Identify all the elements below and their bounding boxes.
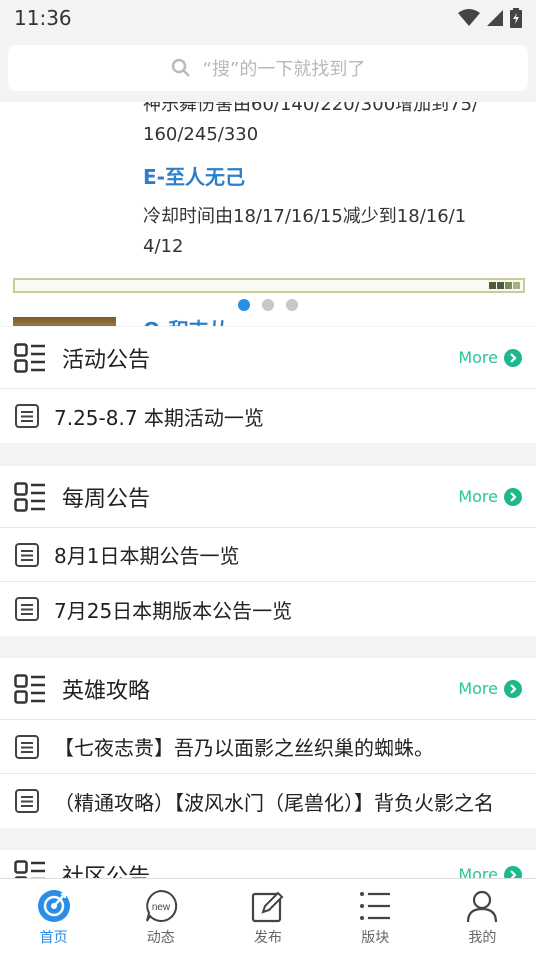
tab-home[interactable]: 首页 [0, 879, 107, 953]
search-placeholder: “搜”的一下就找到了 [202, 59, 366, 80]
search-bar: “搜”的一下就找到了 [0, 36, 536, 102]
tab-boards[interactable]: 版块 [322, 879, 429, 953]
list-icon [14, 673, 45, 704]
list-icon [14, 342, 45, 373]
banner-divider-image [13, 278, 525, 293]
search-icon [171, 58, 190, 77]
list-item-title: 【七夜志贵】吾乃以面影之丝织巢的蜘蛛。 [54, 736, 434, 760]
section-title: 每周公告 [62, 486, 151, 512]
chevron-right-icon [504, 487, 522, 506]
status-time: 11:36 [14, 6, 72, 30]
svg-text:new: new [152, 902, 171, 913]
home-icon [37, 890, 70, 922]
news-icon: new [145, 889, 177, 922]
list-item-title: 8月1日本期公告一览 [54, 544, 240, 568]
section-header: 社区公告 More [0, 850, 536, 878]
document-icon [15, 789, 39, 813]
battery-icon [510, 8, 522, 28]
section-title: 社区公告 [62, 864, 151, 879]
list-item[interactable]: （精通攻略）【波风水门（尾兽化）】背负火影之名 [0, 774, 536, 828]
section-header: 每周公告 More [0, 466, 536, 528]
banner-heading: E-至人无己 [143, 165, 245, 189]
list-item-title: 7月25日本期版本公告一览 [54, 598, 293, 623]
bottom-tab-bar: 首页 new 动态 发布 版块 我的 [0, 878, 536, 953]
status-icons [458, 8, 522, 28]
document-icon [15, 734, 39, 759]
more-link[interactable]: More [458, 348, 522, 367]
list-item[interactable]: 7.25-8.7 本期活动一览 [0, 389, 536, 443]
section-title: 活动公告 [62, 347, 151, 373]
banner-content: 神乐舞伤害由60/140/220/300增加到75/ 160/245/330 E… [143, 102, 513, 262]
list-item[interactable]: 7月25日本期版本公告一览 [0, 582, 536, 636]
list-item[interactable]: 8月1日本期公告一览 [0, 528, 536, 582]
section-activity: 活动公告 More 7.25-8.7 本期活动一览 [0, 327, 536, 443]
banner-next-heading: Q-积支从 [143, 314, 229, 326]
list-icon [360, 892, 391, 920]
carousel-dot[interactable] [262, 299, 274, 311]
document-icon [15, 597, 39, 621]
tab-label: 发布 [254, 930, 282, 946]
more-label: More [458, 865, 498, 878]
status-bar: 11:36 [0, 0, 536, 36]
list-item-title: 7.25-8.7 本期活动一览 [54, 405, 264, 430]
search-input[interactable]: “搜”的一下就找到了 [8, 45, 528, 91]
edit-icon [251, 891, 284, 923]
list-icon [14, 859, 45, 878]
chevron-right-icon [504, 348, 522, 367]
tab-profile[interactable]: 我的 [429, 879, 536, 953]
section-community: 社区公告 More [0, 850, 536, 878]
banner-line: 4/12 [143, 236, 184, 257]
tab-label: 版块 [361, 930, 390, 946]
list-item[interactable]: 【七夜志贵】吾乃以面影之丝织巢的蜘蛛。 [0, 720, 536, 774]
more-link[interactable]: More [458, 679, 522, 698]
tab-label: 首页 [39, 930, 68, 946]
carousel-dot[interactable] [286, 299, 298, 311]
more-label: More [458, 348, 498, 367]
section-header: 活动公告 More [0, 327, 536, 389]
banner-line: 神乐舞伤害由60/140/220/300增加到75/ [143, 102, 479, 115]
list-icon [14, 481, 45, 512]
user-icon [467, 890, 498, 923]
chevron-right-icon [504, 679, 522, 698]
banner-carousel[interactable]: 神乐舞伤害由60/140/220/300增加到75/ 160/245/330 E… [0, 102, 536, 326]
banner-thumbnail [13, 317, 116, 326]
tab-label: 动态 [146, 930, 175, 946]
section-title: 英雄攻略 [62, 678, 151, 704]
more-label: More [458, 487, 498, 506]
document-icon [15, 404, 39, 428]
section-hero-guides: 英雄攻略 More 【七夜志贵】吾乃以面影之丝织巢的蜘蛛。 （精通攻略）【波风水… [0, 658, 536, 828]
more-link[interactable]: More [458, 865, 522, 878]
tab-news[interactable]: new 动态 [107, 879, 214, 953]
banner-line: 160/245/330 [143, 124, 259, 145]
more-label: More [458, 679, 498, 698]
banner-line: 冷却时间由18/17/16/15减少到18/16/1 [143, 206, 467, 227]
carousel-indicator [0, 299, 536, 311]
wifi-icon [458, 9, 480, 26]
section-weekly: 每周公告 More 8月1日本期公告一览 7月25日本期版本公告一览 [0, 466, 536, 636]
section-header: 英雄攻略 More [0, 658, 536, 720]
chevron-right-icon [504, 865, 522, 878]
more-link[interactable]: More [458, 487, 522, 506]
signal-icon [487, 10, 503, 26]
list-item-title: （精通攻略）【波风水门（尾兽化）】背负火影之名 [54, 790, 494, 815]
carousel-dot[interactable] [238, 299, 250, 311]
document-icon [15, 542, 39, 567]
tab-label: 我的 [468, 930, 497, 946]
tab-post[interactable]: 发布 [214, 879, 321, 953]
